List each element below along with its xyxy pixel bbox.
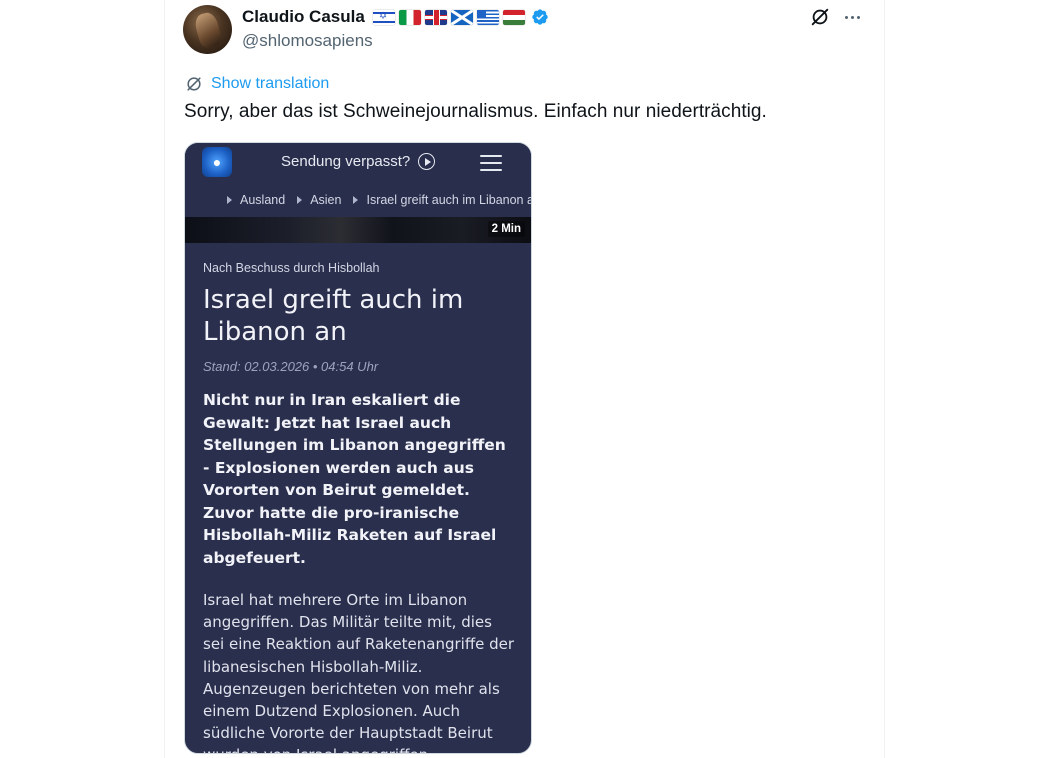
sendung-verpasst-link: Sendung verpasst?	[281, 153, 436, 170]
display-name[interactable]: Claudio Casula	[242, 7, 365, 27]
show-translation-label[interactable]: Show translation	[211, 75, 329, 93]
tweet-text: Sorry, aber das ist Schweinejournalismus…	[184, 101, 767, 122]
article-headline: Israel greift auch im Libanon an	[203, 285, 464, 347]
sendung-verpasst-label: Sendung verpasst?	[281, 153, 411, 170]
avatar[interactable]	[183, 5, 232, 54]
more-options-icon[interactable]	[838, 6, 866, 28]
article-body: Israel hat mehrere Orte im Libanon angeg…	[203, 591, 515, 753]
breadcrumb-item: Israel greift auch im Libanon an	[353, 193, 531, 207]
tweet-media-image[interactable]: ● Sendung verpasst? Ausland Asien Israel…	[184, 142, 532, 754]
author-handle[interactable]: @shlomosapiens	[242, 31, 373, 51]
italy-flag-icon	[398, 9, 421, 25]
article-timestamp: Stand: 02.03.2026 • 04:54 Uhr	[203, 359, 379, 374]
article-kicker: Nach Beschuss durch Hisbollah	[203, 261, 380, 275]
uk-flag-icon	[424, 9, 447, 25]
site-top-bar: ● Sendung verpasst?	[185, 143, 531, 183]
breadcrumb-item: Asien	[297, 193, 341, 207]
breadcrumb: Ausland Asien Israel greift auch im Liba…	[185, 183, 531, 217]
article-photo	[185, 217, 531, 243]
scotland-flag-icon	[450, 9, 473, 25]
tagesschau-logo-icon: ●	[202, 147, 232, 177]
israel-flag-icon	[372, 9, 395, 25]
play-icon	[418, 153, 436, 170]
breadcrumb-item: Ausland	[227, 193, 285, 207]
hamburger-menu-icon	[480, 155, 502, 171]
translate-icon	[187, 77, 201, 91]
video-duration-badge: 2 Min	[487, 221, 525, 237]
show-translation-link[interactable]: Show translation	[184, 74, 329, 94]
article-teaser: Nicht nur in Iran eskaliert die Gewalt: …	[203, 391, 506, 567]
grok-icon[interactable]	[809, 6, 831, 28]
hungary-flag-icon	[502, 9, 525, 25]
verified-badge-icon[interactable]	[531, 8, 549, 26]
article-content: Nach Beschuss durch Hisbollah Israel gre…	[203, 243, 517, 753]
author-name-row: Claudio Casula	[242, 6, 549, 28]
greece-flag-icon	[476, 9, 499, 25]
